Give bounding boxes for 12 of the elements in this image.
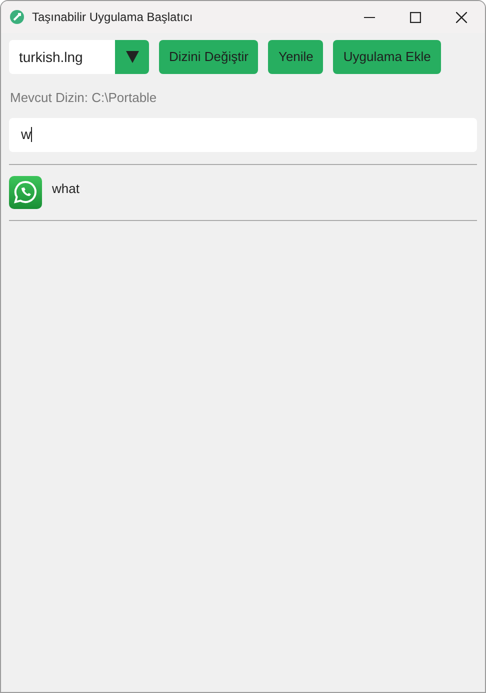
app-name[interactable]: what — [52, 178, 80, 198]
language-dropdown[interactable]: turkish.lng — [9, 40, 149, 74]
search-field[interactable]: w — [9, 118, 477, 152]
chat-bubble-icon[interactable] — [9, 176, 42, 208]
caret-icon — [126, 51, 138, 63]
maximize-icon — [410, 12, 420, 22]
toolbar-button[interactable]: Dizini Değiştir — [159, 40, 258, 74]
toolbar-button[interactable]: Yenile — [268, 40, 324, 74]
toolbar-button[interactable]: Uygulama Ekle — [333, 40, 441, 74]
window-title: Taşınabilir Uygulama Başlatıcı — [32, 9, 193, 26]
close-icon — [456, 12, 466, 22]
current-directory-label: Mevcut Dizin: C:\Portable — [10, 89, 158, 107]
